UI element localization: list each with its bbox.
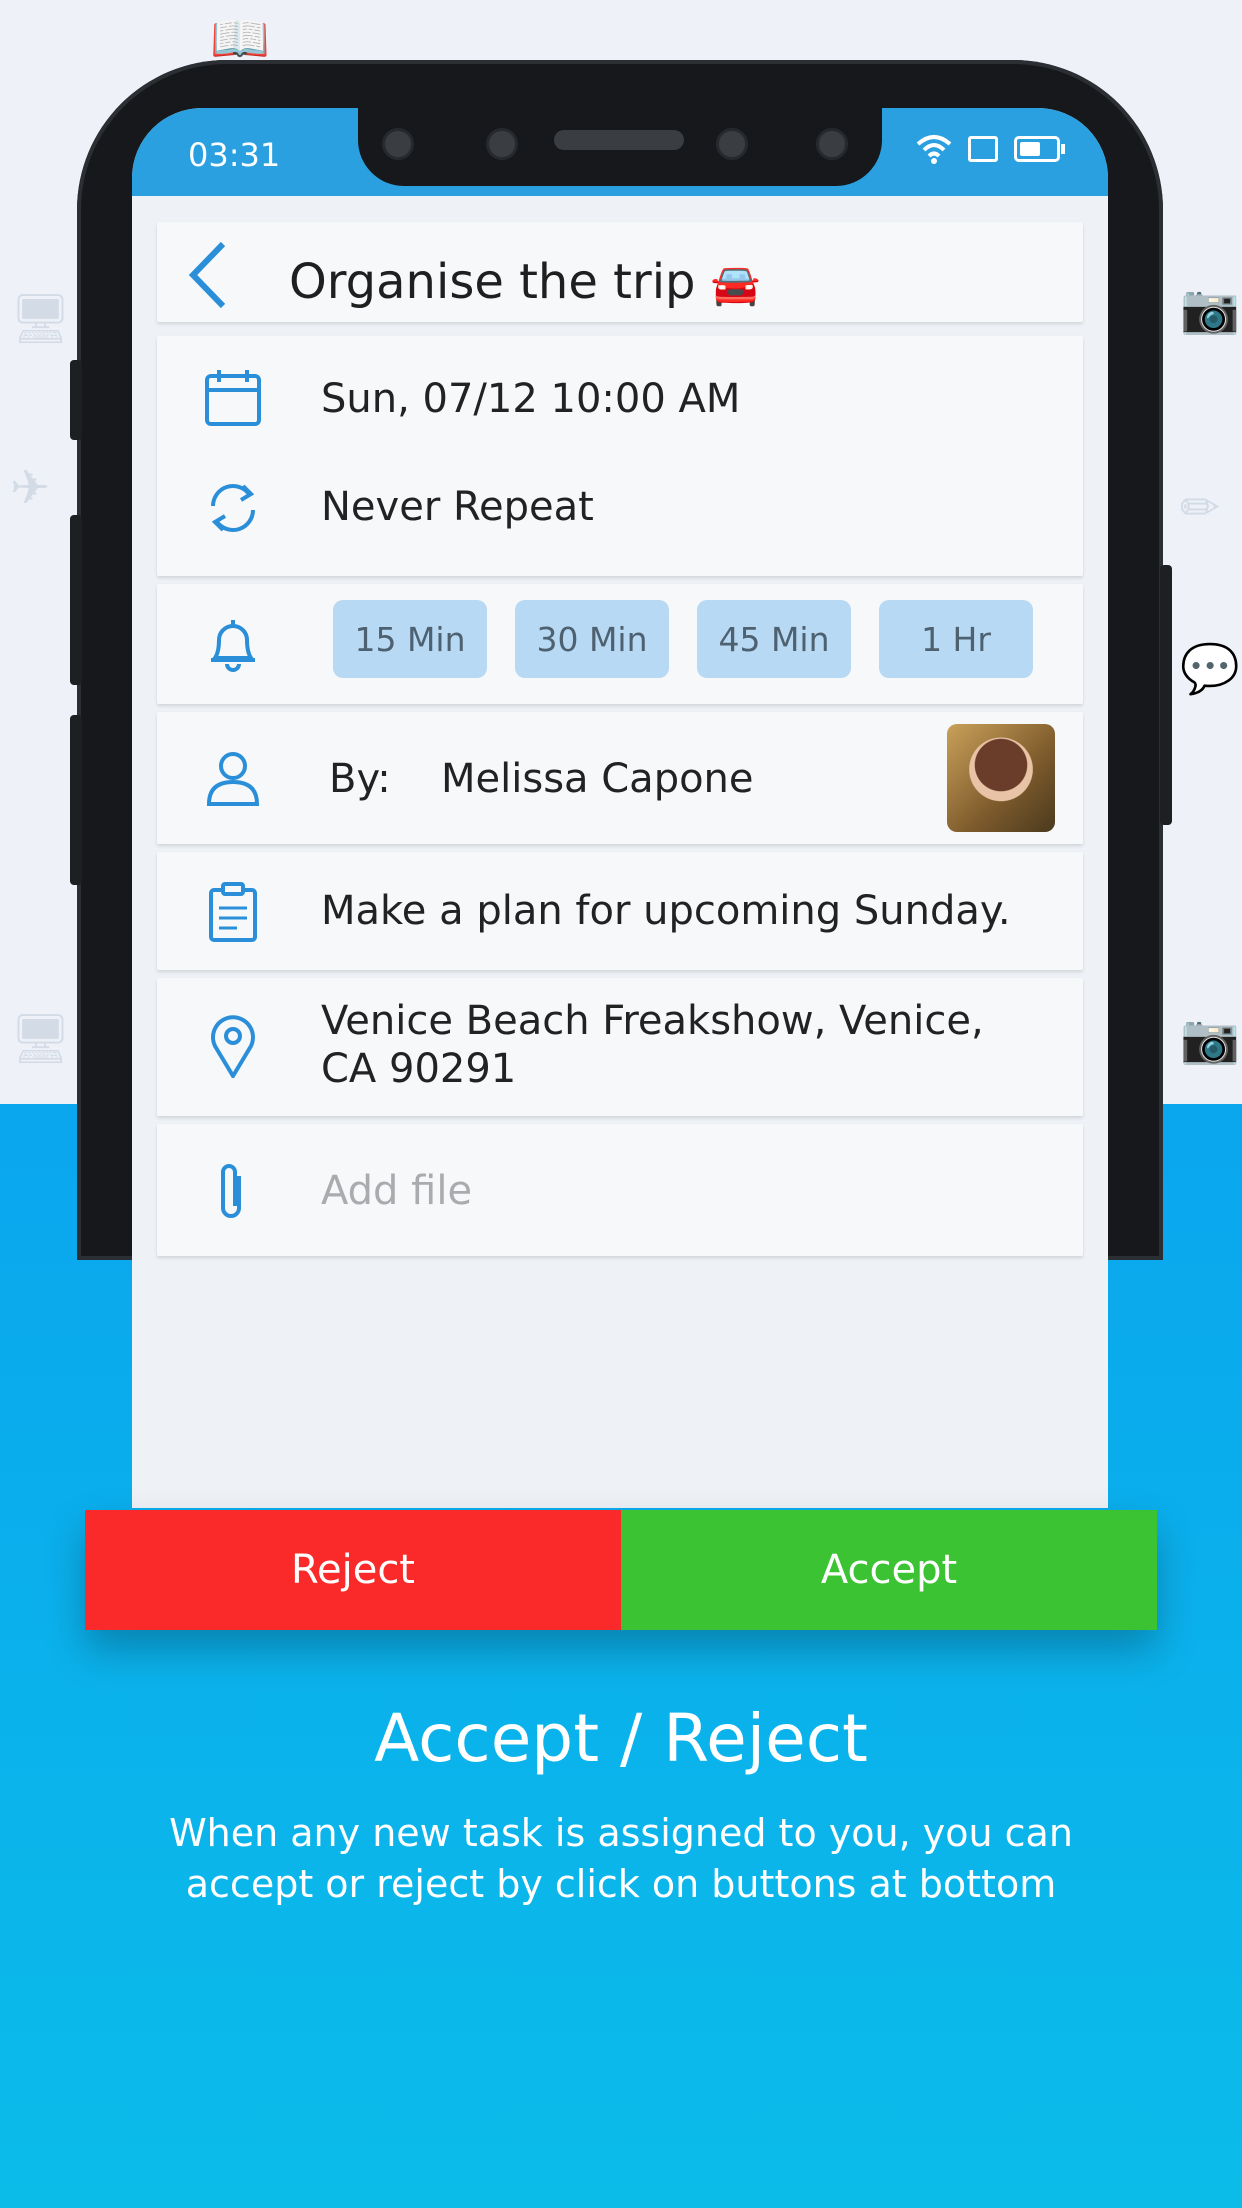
caption-body: When any new task is assigned to you, yo…	[169, 1811, 1073, 1906]
bell-icon	[211, 620, 255, 672]
assignee-label: By:	[329, 756, 391, 802]
pattern-pencils-icon: ✏	[1180, 480, 1221, 536]
repeat-icon	[211, 484, 255, 532]
status-bar: 03:31	[132, 108, 1108, 196]
reminder-30-min[interactable]: 30 Min	[515, 600, 669, 678]
pattern-book-icon: 📖	[210, 11, 270, 67]
task-note: Make a plan for upcoming Sunday.	[321, 888, 1011, 934]
speaker	[554, 130, 684, 150]
task-header: Organise the trip 🚘	[157, 222, 1083, 322]
reminder-card: 15 Min 30 Min 45 Min 1 Hr	[157, 584, 1083, 704]
pattern-camera-icon-2: 📷	[1180, 1011, 1240, 1067]
task-title: Organise the trip	[289, 254, 696, 310]
phone-screen: 03:31 Organise the trip 🚘 Sun, 07/12 10:…	[132, 108, 1108, 1508]
phone-volume-down	[70, 715, 82, 885]
car-emoji: 🚘	[710, 262, 761, 308]
attachment-card[interactable]: Add file	[157, 1124, 1083, 1256]
avatar	[947, 724, 1055, 832]
repeat-setting: Never Repeat	[321, 484, 594, 530]
phone-power-button	[1160, 565, 1172, 825]
reminder-15-min[interactable]: 15 Min	[333, 600, 487, 678]
page-title: Organise the trip 🚘	[289, 254, 761, 310]
wifi-icon	[916, 135, 952, 164]
paperclip-icon	[221, 1164, 241, 1218]
location-line-2: CA 90291	[321, 1046, 517, 1092]
pattern-chat-icon: 💬	[1180, 641, 1240, 697]
location-pin-icon	[211, 1015, 255, 1078]
assignee-card: By: Melissa Capone	[157, 712, 1083, 844]
phone-side-button	[70, 360, 82, 440]
sensor-2	[716, 128, 748, 160]
notch	[358, 108, 882, 186]
back-chevron-icon[interactable]	[185, 240, 229, 319]
pattern-plane-icon: ✈	[10, 460, 51, 516]
user-icon	[206, 752, 260, 806]
front-camera	[486, 128, 518, 160]
reminder-45-min[interactable]: 45 Min	[697, 600, 851, 678]
calendar-icon	[205, 370, 261, 426]
clipboard-icon	[209, 882, 257, 942]
phone-volume-up	[70, 515, 82, 685]
accept-button[interactable]: Accept	[621, 1510, 1157, 1630]
battery-icon	[1014, 136, 1065, 162]
pattern-desk-icon: 🖥	[10, 291, 71, 347]
sensor-3	[816, 128, 848, 160]
reminder-1-hr[interactable]: 1 Hr	[879, 600, 1033, 678]
location-card[interactable]: Venice Beach Freakshow, Venice, CA 90291	[157, 978, 1083, 1116]
status-icons	[916, 134, 1065, 164]
location-line-1: Venice Beach Freakshow, Venice,	[321, 998, 984, 1044]
action-bar: Reject Accept	[85, 1510, 1157, 1630]
task-datetime: Sun, 07/12 10:00 AM	[321, 376, 741, 422]
status-time: 03:31	[188, 136, 281, 174]
pattern-camera-icon: 📷	[1180, 281, 1240, 337]
add-file-placeholder: Add file	[321, 1168, 473, 1214]
reject-button[interactable]: Reject	[85, 1510, 621, 1630]
caption-title: Accept / Reject	[374, 1700, 868, 1777]
sim-icon	[968, 136, 998, 162]
schedule-card[interactable]: Sun, 07/12 10:00 AM Never Repeat	[157, 336, 1083, 576]
pattern-desk-icon-2: 🖥	[10, 1011, 71, 1067]
sensor	[382, 128, 414, 160]
note-card: Make a plan for upcoming Sunday.	[157, 852, 1083, 970]
assignee-name: Melissa Capone	[441, 756, 754, 802]
